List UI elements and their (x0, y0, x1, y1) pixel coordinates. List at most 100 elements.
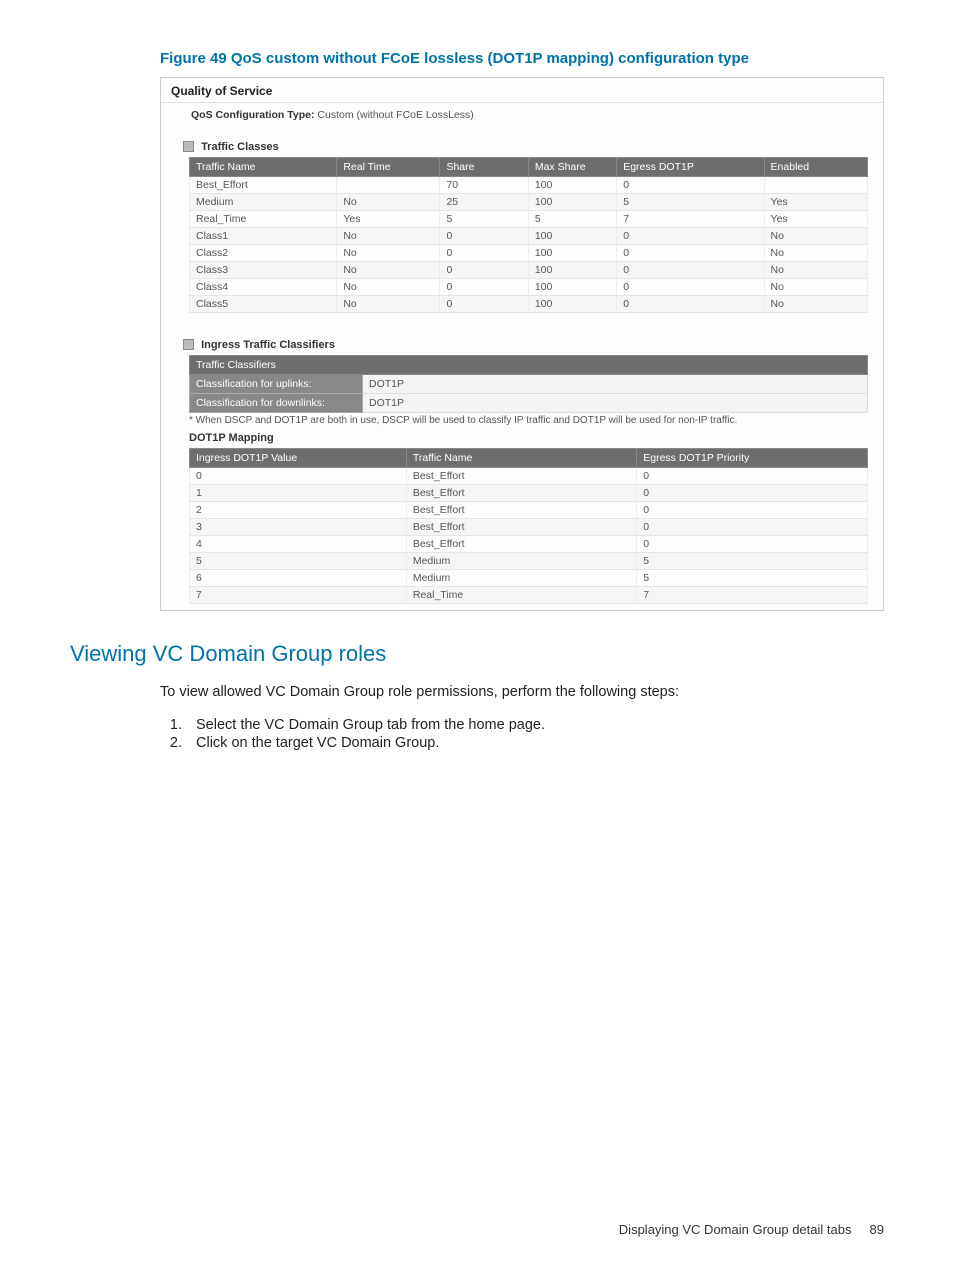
table-cell: 100 (528, 245, 616, 262)
footer-page: 89 (870, 1222, 884, 1237)
table-row: 2Best_Effort0 (190, 502, 868, 519)
table-cell: 5 (637, 570, 867, 587)
table-header: Share (440, 158, 528, 177)
table-cell: Yes (337, 211, 440, 228)
qos-config-label: QoS Configuration Type: (191, 109, 314, 121)
qos-config-type: QoS Configuration Type: Custom (without … (161, 103, 883, 137)
uplinks-value: DOT1P (363, 375, 868, 394)
table-cell: No (764, 245, 867, 262)
table-cell: 100 (528, 177, 616, 194)
table-cell (337, 177, 440, 194)
table-cell: No (764, 262, 867, 279)
table-cell: Yes (764, 194, 867, 211)
section-intro: To view allowed VC Domain Group role per… (160, 682, 884, 703)
table-cell: 5 (528, 211, 616, 228)
table-cell: 5 (440, 211, 528, 228)
ingress-label: Ingress Traffic Classifiers (201, 339, 335, 351)
table-cell: 0 (637, 485, 867, 502)
table-header: Ingress DOT1P Value (190, 449, 407, 468)
classifiers-header: Traffic Classifiers (190, 356, 868, 375)
page-footer: Displaying VC Domain Group detail tabs 8… (619, 1222, 884, 1237)
table-header: Real Time (337, 158, 440, 177)
dot1p-mapping-table: Ingress DOT1P ValueTraffic NameEgress DO… (189, 448, 868, 604)
traffic-classes-title: Traffic Classes (179, 137, 883, 157)
table-cell: 100 (528, 262, 616, 279)
figure-caption: Figure 49 QoS custom without FCoE lossle… (160, 50, 884, 67)
table-cell: Real_Time (190, 211, 337, 228)
table-cell: No (337, 279, 440, 296)
table-cell: Best_Effort (190, 177, 337, 194)
table-cell: No (764, 279, 867, 296)
table-row: Best_Effort 701000 (190, 177, 868, 194)
qos-panel-title: Quality of Service (161, 80, 883, 103)
table-cell: No (337, 262, 440, 279)
table-cell: 0 (637, 536, 867, 553)
collapse-icon[interactable] (183, 339, 194, 350)
table-cell: 5 (617, 194, 764, 211)
table-cell: 0 (617, 279, 764, 296)
table-cell: No (337, 228, 440, 245)
table-cell: Best_Effort (406, 519, 636, 536)
table-cell: Best_Effort (406, 502, 636, 519)
table-cell: 0 (440, 228, 528, 245)
table-cell: No (337, 245, 440, 262)
table-cell: Yes (764, 211, 867, 228)
table-cell: No (337, 194, 440, 211)
table-cell: Best_Effort (406, 485, 636, 502)
table-header: Enabled (764, 158, 867, 177)
table-header: Max Share (528, 158, 616, 177)
table-row: 4Best_Effort0 (190, 536, 868, 553)
collapse-icon[interactable] (183, 141, 194, 152)
table-header: Traffic Name (190, 158, 337, 177)
table-cell: 7 (617, 211, 764, 228)
table-cell: Class4 (190, 279, 337, 296)
table-row: Class3No01000No (190, 262, 868, 279)
table-cell: 100 (528, 228, 616, 245)
table-row: Class1No01000No (190, 228, 868, 245)
dot1p-mapping-title: DOT1P Mapping (189, 432, 883, 444)
steps-list: Select the VC Domain Group tab from the … (160, 717, 884, 751)
table-cell: 100 (528, 296, 616, 313)
table-cell: 0 (637, 502, 867, 519)
classifier-footnote: * When DSCP and DOT1P are both in use, D… (189, 415, 883, 426)
table-cell: Medium (190, 194, 337, 211)
table-cell: 2 (190, 502, 407, 519)
qos-config-value: Custom (without FCoE LossLess) (317, 109, 473, 121)
table-cell: 4 (190, 536, 407, 553)
table-cell: No (337, 296, 440, 313)
table-cell: 0 (617, 177, 764, 194)
table-cell (764, 177, 867, 194)
downlinks-value: DOT1P (363, 394, 868, 413)
table-cell: 70 (440, 177, 528, 194)
table-cell: 0 (440, 262, 528, 279)
table-cell: Class5 (190, 296, 337, 313)
table-cell: 100 (528, 279, 616, 296)
table-row: 0Best_Effort0 (190, 468, 868, 485)
table-cell: Medium (406, 553, 636, 570)
traffic-classes-label: Traffic Classes (201, 141, 279, 153)
table-row: 6Medium5 (190, 570, 868, 587)
table-cell: 0 (637, 468, 867, 485)
table-row: 1Best_Effort0 (190, 485, 868, 502)
table-cell: Medium (406, 570, 636, 587)
list-item: Click on the target VC Domain Group. (186, 735, 884, 751)
table-cell: 100 (528, 194, 616, 211)
table-row: 7Real_Time7 (190, 587, 868, 604)
table-cell: 0 (637, 519, 867, 536)
table-cell: 3 (190, 519, 407, 536)
traffic-classes-table: Traffic NameReal TimeShareMax ShareEgres… (189, 157, 868, 313)
table-cell: Class1 (190, 228, 337, 245)
table-row: Class2No01000No (190, 245, 868, 262)
table-cell: Real_Time (406, 587, 636, 604)
table-cell: No (764, 228, 867, 245)
ingress-title: Ingress Traffic Classifiers (179, 335, 883, 355)
uplinks-label: Classification for uplinks: (190, 375, 363, 394)
table-cell: 0 (617, 245, 764, 262)
table-row: 5Medium5 (190, 553, 868, 570)
table-cell: Best_Effort (406, 536, 636, 553)
table-header: Traffic Name (406, 449, 636, 468)
table-cell: No (764, 296, 867, 313)
qos-screenshot: Quality of Service QoS Configuration Typ… (160, 77, 884, 611)
table-row: Class4No01000No (190, 279, 868, 296)
footer-text: Displaying VC Domain Group detail tabs (619, 1222, 852, 1237)
